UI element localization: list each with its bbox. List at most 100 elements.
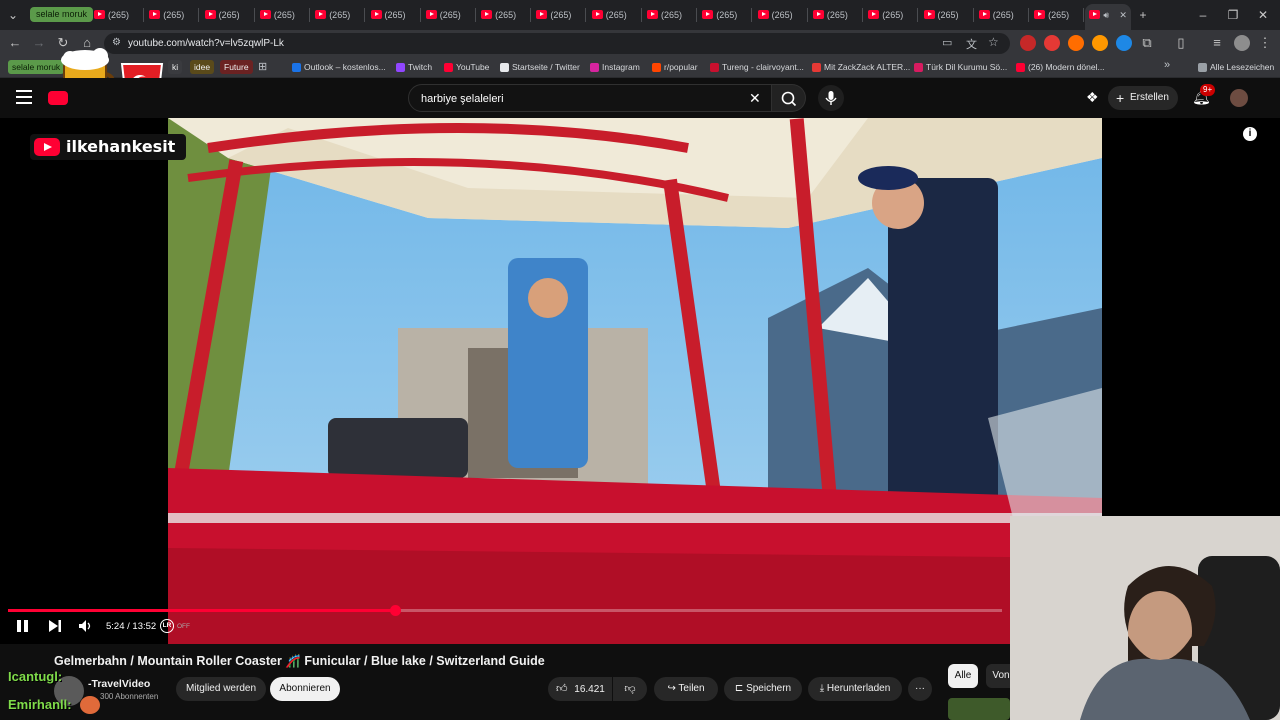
hamburger-menu-icon[interactable] (16, 90, 32, 104)
gemini-chat-icon[interactable]: ❖ (1086, 89, 1099, 106)
download-button[interactable]: ⤓ Herunterladen (808, 677, 902, 701)
pause-button[interactable] (16, 618, 30, 634)
sidebar-icon[interactable]: ▯ (1172, 34, 1190, 52)
recommended-video-thumbnail[interactable] (948, 698, 1010, 720)
maximize-button[interactable]: ❐ (1224, 6, 1242, 24)
browser-tab[interactable]: (265) (920, 4, 974, 26)
clear-search-icon[interactable]: ✕ (749, 90, 761, 107)
save-button[interactable]: ⊏ Speichern (724, 677, 802, 701)
browser-tab[interactable]: (265) (145, 4, 199, 26)
browser-tab[interactable]: (265) (754, 4, 808, 26)
extension-icon[interactable] (1020, 35, 1036, 51)
all-bookmarks-folder[interactable]: Alle Lesezeichen (1196, 59, 1274, 75)
bookmark-item[interactable]: Mit ZackZack ALTER... (810, 59, 910, 75)
bookmark-star-icon[interactable]: ☆ (988, 35, 999, 49)
browser-tab[interactable]: (265) (422, 4, 476, 26)
create-button[interactable]: + Erstellen (1108, 86, 1178, 110)
more-actions-button[interactable]: ··· (908, 677, 932, 701)
youtube-favicon-icon (1034, 10, 1046, 19)
bookmark-folder-chip[interactable]: Future (220, 60, 253, 74)
share-button[interactable]: ↪ Teilen (654, 677, 718, 701)
streamer-webcam (1010, 516, 1280, 720)
browser-tab[interactable]: (265) (477, 4, 531, 26)
bookmarks-overflow-icon[interactable]: » (1164, 59, 1170, 71)
new-tab-button[interactable]: + (1134, 6, 1152, 24)
bookmark-item[interactable]: Twitch (394, 59, 432, 75)
forward-arrow-icon[interactable]: → (30, 34, 48, 52)
profile-avatar[interactable] (1234, 35, 1250, 51)
next-video-button[interactable] (48, 619, 62, 636)
bookmark-item[interactable]: YouTube (442, 59, 489, 75)
browser-tab[interactable]: (265) (256, 4, 310, 26)
autoplay-off-label[interactable]: OFF (177, 623, 190, 630)
search-input[interactable]: harbiye şelaleleri ✕ (408, 84, 772, 112)
extension-icon[interactable] (1044, 35, 1060, 51)
tab-title: (265) (218, 10, 240, 20)
bookmark-item[interactable]: Instagram (588, 59, 640, 75)
install-app-icon[interactable]: ▭ (942, 36, 952, 49)
tab-separator (1027, 8, 1029, 22)
youtube-favicon-icon (1089, 10, 1101, 19)
tab-separator (696, 8, 697, 22)
tab-group-chip[interactable]: selale moruk (30, 7, 94, 22)
close-window-button[interactable]: ✕ (1254, 6, 1272, 24)
bookmark-folder-chip[interactable]: idee (190, 60, 215, 74)
browser-tab[interactable]: (265) (698, 4, 752, 26)
browser-tab[interactable]: (265) (1030, 4, 1084, 26)
youtube-favicon-icon (94, 10, 105, 19)
video-info-icon[interactable]: i (1243, 127, 1257, 141)
tab-search-icon[interactable]: ⌄ (4, 6, 22, 24)
active-browser-tab[interactable]: 🔊︎ ✕ (1085, 4, 1132, 30)
browser-tab[interactable]: (265) (975, 4, 1029, 26)
search-button[interactable] (772, 84, 806, 112)
bookmark-item[interactable]: Outlook – kostenlos... (290, 59, 386, 75)
dislike-button[interactable]: 👎︎ (613, 677, 647, 701)
browser-menu-icon[interactable]: ⋮ (1256, 34, 1274, 52)
extension-icon[interactable] (1068, 35, 1084, 51)
browser-tab[interactable]: (265) (643, 4, 697, 26)
extension-icon[interactable] (1092, 35, 1108, 51)
audio-playing-icon[interactable]: 🔊︎ (1103, 4, 1109, 26)
media-controls-icon[interactable]: ≡ (1208, 34, 1226, 52)
browser-tab[interactable]: (265) (90, 4, 144, 26)
apps-grid-icon[interactable]: ⊞ (258, 60, 267, 73)
browser-tab[interactable]: (265) (532, 4, 586, 26)
youtube-logo-icon[interactable] (48, 91, 68, 105)
browser-tab[interactable]: (265) (588, 4, 642, 26)
volume-button[interactable] (78, 619, 92, 636)
browser-tab[interactable]: (265) (201, 4, 255, 26)
voice-search-button[interactable] (818, 85, 844, 111)
filter-chip-all[interactable]: Alle (948, 664, 978, 688)
bookmark-item[interactable]: Tureng - clairvoyant... (708, 59, 804, 75)
chat-username: Icantugl: (8, 669, 63, 684)
tab-separator (806, 8, 808, 22)
account-avatar[interactable] (1230, 89, 1248, 107)
browser-tab[interactable]: (265) (311, 4, 365, 26)
like-button[interactable]: 👍︎ 16.421 (548, 677, 612, 701)
progress-bar[interactable] (8, 605, 1002, 616)
browser-tab[interactable]: (265) (367, 4, 421, 26)
minimize-button[interactable]: – (1194, 6, 1212, 24)
progress-scrubber-handle[interactable] (389, 605, 401, 616)
bookmark-label: YouTube (456, 62, 490, 72)
bookmark-item[interactable]: Startseite / Twitter (498, 59, 580, 75)
address-bar[interactable]: ⚙ youtube.com/watch?v=lv5zqwlP-Lk ▭ 文 ☆ (104, 33, 1010, 54)
translate-icon[interactable]: 文 (966, 36, 977, 52)
extensions-puzzle-icon[interactable]: ⧉ (1138, 34, 1156, 52)
subscribe-button[interactable]: Abonnieren (270, 677, 340, 701)
browser-tab[interactable]: (265) (809, 4, 863, 26)
youtube-favicon-icon (702, 10, 714, 19)
browser-toolbar: ← → ↻ ⌂ ⚙ youtube.com/watch?v=lv5zqwlP-L… (0, 30, 1280, 56)
join-button[interactable]: Mitglied werden (176, 677, 266, 701)
video-frame[interactable] (168, 118, 1102, 644)
bookmark-item[interactable]: Türk Dil Kurumu Sö... (912, 59, 1007, 75)
hd-quality-badge[interactable]: LR (160, 619, 174, 633)
close-tab-icon[interactable]: ✕ (1119, 4, 1127, 26)
bookmark-item[interactable]: (26) Modern dönel... (1014, 59, 1105, 75)
back-arrow-icon[interactable]: ← (6, 34, 24, 52)
tab-title: (265) (992, 10, 1014, 20)
channel-name[interactable]: -TravelVideo (88, 678, 150, 690)
browser-tab[interactable]: (265) (864, 4, 918, 26)
extension-icon[interactable] (1116, 35, 1132, 51)
bookmark-item[interactable]: r/popular (650, 59, 698, 75)
